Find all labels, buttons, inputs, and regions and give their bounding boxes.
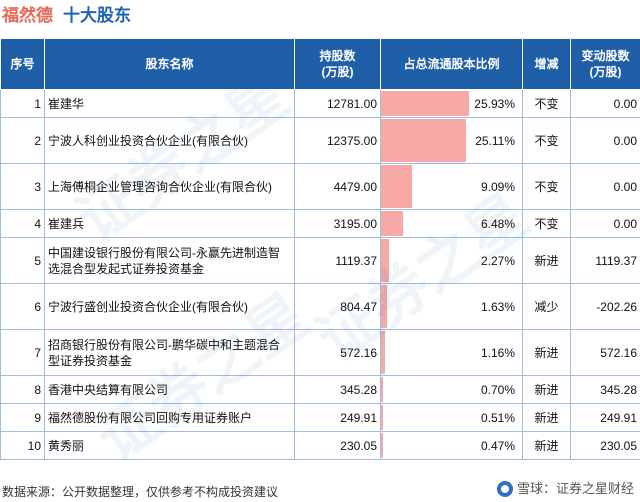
shares-cell: 572.16	[294, 329, 381, 376]
rank-cell: 10	[0, 431, 45, 460]
ratio-label: 0.51%	[480, 410, 515, 425]
change-cell: 不变	[522, 89, 571, 118]
rank-cell: 5	[0, 237, 45, 284]
delta-cell: 0.00	[570, 163, 640, 210]
delta-cell: 0.00	[570, 209, 640, 238]
col-header-delta: 变动股数 (万股)	[570, 38, 640, 90]
delta-cell: -202.26	[570, 283, 640, 330]
rank-cell: 2	[0, 117, 45, 164]
ratio-label: 1.16%	[480, 345, 515, 360]
table-row: 6 宁波行盛创业投资合伙企业(有限合伙) 804.47 1.63% 减少 -202.26	[0, 283, 640, 330]
ratio-bar	[381, 405, 383, 430]
change-cell: 新进	[522, 403, 571, 432]
rank-cell: 8	[0, 375, 45, 404]
table-row: 5 中国建设银行股份有限公司-永赢先进制造智选混合型发起式证券投资基金 1119.3…	[0, 237, 640, 284]
table-row: 1 崔建华 12781.00 25.93% 不变 0.00	[0, 89, 640, 118]
change-cell: 不变	[522, 117, 571, 164]
rank-cell: 1	[0, 89, 45, 118]
holder-name-cell: 崔建华	[44, 89, 295, 118]
brand-credit: 雪球：证券之星财经	[496, 480, 634, 498]
col-header-ratio: 占总流通股本比例	[380, 38, 523, 90]
ratio-cell: 0.47%	[380, 431, 523, 460]
brand-text: 雪球：证券之星财经	[516, 481, 634, 496]
ratio-cell: 0.70%	[380, 375, 523, 404]
section-title: 十大股东	[63, 6, 131, 25]
holder-name-cell: 宁波行盛创业投资合伙企业(有限合伙)	[44, 283, 295, 330]
snowball-logo-icon	[496, 481, 513, 497]
holder-name-cell: 黄秀丽	[44, 431, 295, 460]
holder-name-cell: 宁波人科创业投资合伙企业(有限合伙)	[44, 117, 295, 164]
table-row: 10 黄秀丽 230.05 0.47% 新进 230.05	[0, 431, 640, 460]
delta-cell: 249.91	[570, 403, 640, 432]
holder-name-cell: 上海傅桐企业管理咨询合伙企业(有限合伙)	[44, 163, 295, 210]
ratio-cell: 6.48%	[380, 209, 523, 238]
delta-cell: 345.28	[570, 375, 640, 404]
holder-name-cell: 中国建设银行股份有限公司-永赢先进制造智选混合型发起式证券投资基金	[44, 237, 295, 284]
shares-cell: 12781.00	[294, 89, 381, 118]
table-body: 1 崔建华 12781.00 25.93% 不变 0.00 2 宁波人科创业投资合伙企业(有限…	[0, 89, 640, 460]
ratio-label: 2.27%	[480, 253, 515, 268]
change-cell: 减少	[522, 283, 571, 330]
data-source-note: 数据来源：公开数据整理，仅供参考不构成投资建议	[2, 485, 279, 499]
rank-cell: 9	[0, 403, 45, 432]
delta-cell: 230.05	[570, 431, 640, 460]
holder-name-cell: 招商银行股份有限公司-鹏华碳中和主题混合型证券投资基金	[44, 329, 295, 376]
rank-cell: 3	[0, 163, 45, 210]
change-cell: 不变	[522, 209, 571, 238]
ratio-bar	[381, 433, 383, 458]
delta-cell: 0.00	[570, 117, 640, 164]
rank-cell: 6	[0, 283, 45, 330]
ratio-cell: 1.63%	[380, 283, 523, 330]
ratio-label: 6.48%	[480, 216, 515, 231]
ratio-cell: 0.51%	[380, 403, 523, 432]
col-header-change: 增减	[522, 38, 571, 90]
col-header-name: 股东名称	[44, 38, 295, 90]
ratio-label: 0.47%	[480, 438, 515, 453]
table-row: 9 福然德股份有限公司回购专用证券账户 249.91 0.51% 新进 249.91	[0, 403, 640, 432]
ratio-label: 25.11%	[475, 133, 515, 148]
delta-cell: 572.16	[570, 329, 640, 376]
table-row: 3 上海傅桐企业管理咨询合伙企业(有限合伙) 4479.00 9.09% 不变 0.00	[0, 163, 640, 210]
holder-name-cell: 崔建兵	[44, 209, 295, 238]
table-row: 7 招商银行股份有限公司-鹏华碳中和主题混合型证券投资基金 572.16 1.16% 新…	[0, 329, 640, 376]
shares-cell: 230.05	[294, 431, 381, 460]
table-row: 8 香港中央结算有限公司 345.28 0.70% 新进 345.28	[0, 375, 640, 404]
ratio-cell: 1.16%	[380, 329, 523, 376]
shares-cell: 1119.37	[294, 237, 381, 284]
delta-cell: 1119.37	[570, 237, 640, 284]
shares-cell: 249.91	[294, 403, 381, 432]
change-cell: 新进	[522, 237, 571, 284]
col-header-shares: 持股数 (万股)	[294, 38, 381, 90]
col-header-rank: 序号	[0, 38, 45, 90]
ratio-cell: 9.09%	[380, 163, 523, 210]
page-title: 福然德 十大股东	[2, 2, 131, 30]
change-cell: 新进	[522, 375, 571, 404]
shares-cell: 345.28	[294, 375, 381, 404]
company-name: 福然德	[2, 6, 53, 25]
ratio-cell: 2.27%	[380, 237, 523, 284]
ratio-label: 0.70%	[480, 382, 515, 397]
ratio-label: 1.63%	[480, 299, 515, 314]
shares-cell: 4479.00	[294, 163, 381, 210]
table-row: 4 崔建兵 3195.00 6.48% 不变 0.00	[0, 209, 640, 238]
shares-cell: 3195.00	[294, 209, 381, 238]
holder-name-cell: 香港中央结算有限公司	[44, 375, 295, 404]
shares-cell: 804.47	[294, 283, 381, 330]
change-cell: 新进	[522, 431, 571, 460]
ratio-label: 9.09%	[480, 179, 515, 194]
change-cell: 新进	[522, 329, 571, 376]
ratio-cell: 25.11%	[380, 117, 523, 164]
shareholders-table: 序号 股东名称 持股数 (万股) 占总流通股本比例 增减 变动股数 (万股) 1…	[0, 38, 640, 460]
holder-name-cell: 福然德股份有限公司回购专用证券账户	[44, 403, 295, 432]
table-header-row: 序号 股东名称 持股数 (万股) 占总流通股本比例 增减 变动股数 (万股)	[0, 38, 640, 90]
table-row: 2 宁波人科创业投资合伙企业(有限合伙) 12375.00 25.11% 不变 0.00	[0, 117, 640, 164]
shares-cell: 12375.00	[294, 117, 381, 164]
delta-cell: 0.00	[570, 89, 640, 118]
ratio-cell: 25.93%	[380, 89, 523, 118]
ratio-label: 25.93%	[474, 96, 515, 111]
change-cell: 不变	[522, 163, 571, 210]
rank-cell: 4	[0, 209, 45, 238]
rank-cell: 7	[0, 329, 45, 376]
